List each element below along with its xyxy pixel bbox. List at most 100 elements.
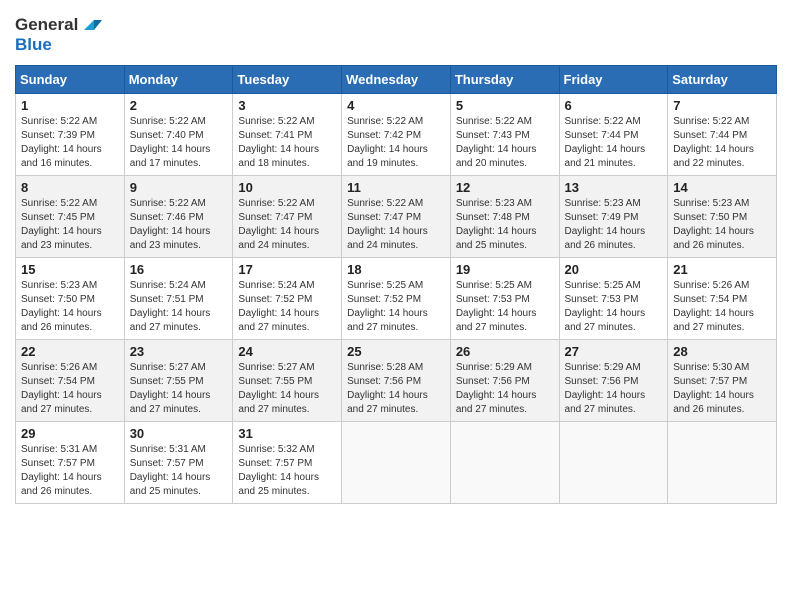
table-row: 30 Sunrise: 5:31 AM Sunset: 7:57 PM Dayl… <box>124 422 233 504</box>
day-number: 20 <box>565 262 663 277</box>
day-number: 31 <box>238 426 336 441</box>
table-row: 24 Sunrise: 5:27 AM Sunset: 7:55 PM Dayl… <box>233 340 342 422</box>
table-row: 26 Sunrise: 5:29 AM Sunset: 7:56 PM Dayl… <box>450 340 559 422</box>
day-number: 22 <box>21 344 119 359</box>
day-info: Sunrise: 5:22 AM Sunset: 7:43 PM Dayligh… <box>456 115 554 171</box>
table-row: 28 Sunrise: 5:30 AM Sunset: 7:57 PM Dayl… <box>668 340 777 422</box>
table-row: 17 Sunrise: 5:24 AM Sunset: 7:52 PM Dayl… <box>233 258 342 340</box>
day-info: Sunrise: 5:26 AM Sunset: 7:54 PM Dayligh… <box>21 361 119 417</box>
day-info: Sunrise: 5:29 AM Sunset: 7:56 PM Dayligh… <box>565 361 663 417</box>
table-row <box>559 422 668 504</box>
day-number: 4 <box>347 98 445 113</box>
day-number: 30 <box>130 426 228 441</box>
col-monday: Monday <box>124 66 233 94</box>
day-info: Sunrise: 5:23 AM Sunset: 7:50 PM Dayligh… <box>673 197 771 253</box>
day-info: Sunrise: 5:24 AM Sunset: 7:51 PM Dayligh… <box>130 279 228 335</box>
day-number: 15 <box>21 262 119 277</box>
day-number: 23 <box>130 344 228 359</box>
day-info: Sunrise: 5:22 AM Sunset: 7:44 PM Dayligh… <box>565 115 663 171</box>
table-row: 9 Sunrise: 5:22 AM Sunset: 7:46 PM Dayli… <box>124 176 233 258</box>
day-number: 1 <box>21 98 119 113</box>
table-row: 5 Sunrise: 5:22 AM Sunset: 7:43 PM Dayli… <box>450 94 559 176</box>
table-row: 21 Sunrise: 5:26 AM Sunset: 7:54 PM Dayl… <box>668 258 777 340</box>
day-info: Sunrise: 5:22 AM Sunset: 7:46 PM Dayligh… <box>130 197 228 253</box>
table-row: 14 Sunrise: 5:23 AM Sunset: 7:50 PM Dayl… <box>668 176 777 258</box>
day-info: Sunrise: 5:22 AM Sunset: 7:41 PM Dayligh… <box>238 115 336 171</box>
col-thursday: Thursday <box>450 66 559 94</box>
table-row: 27 Sunrise: 5:29 AM Sunset: 7:56 PM Dayl… <box>559 340 668 422</box>
day-info: Sunrise: 5:22 AM Sunset: 7:45 PM Dayligh… <box>21 197 119 253</box>
day-info: Sunrise: 5:22 AM Sunset: 7:47 PM Dayligh… <box>238 197 336 253</box>
day-info: Sunrise: 5:22 AM Sunset: 7:44 PM Dayligh… <box>673 115 771 171</box>
day-info: Sunrise: 5:25 AM Sunset: 7:52 PM Dayligh… <box>347 279 445 335</box>
day-number: 28 <box>673 344 771 359</box>
table-row: 1 Sunrise: 5:22 AM Sunset: 7:39 PM Dayli… <box>16 94 125 176</box>
table-row: 2 Sunrise: 5:22 AM Sunset: 7:40 PM Dayli… <box>124 94 233 176</box>
week-row-5: 29 Sunrise: 5:31 AM Sunset: 7:57 PM Dayl… <box>16 422 777 504</box>
table-row: 12 Sunrise: 5:23 AM Sunset: 7:48 PM Dayl… <box>450 176 559 258</box>
table-row: 25 Sunrise: 5:28 AM Sunset: 7:56 PM Dayl… <box>342 340 451 422</box>
day-number: 21 <box>673 262 771 277</box>
day-info: Sunrise: 5:28 AM Sunset: 7:56 PM Dayligh… <box>347 361 445 417</box>
day-number: 18 <box>347 262 445 277</box>
table-row: 29 Sunrise: 5:31 AM Sunset: 7:57 PM Dayl… <box>16 422 125 504</box>
table-row: 6 Sunrise: 5:22 AM Sunset: 7:44 PM Dayli… <box>559 94 668 176</box>
day-info: Sunrise: 5:24 AM Sunset: 7:52 PM Dayligh… <box>238 279 336 335</box>
week-row-2: 8 Sunrise: 5:22 AM Sunset: 7:45 PM Dayli… <box>16 176 777 258</box>
day-number: 24 <box>238 344 336 359</box>
table-row <box>668 422 777 504</box>
week-row-3: 15 Sunrise: 5:23 AM Sunset: 7:50 PM Dayl… <box>16 258 777 340</box>
day-info: Sunrise: 5:23 AM Sunset: 7:50 PM Dayligh… <box>21 279 119 335</box>
table-row: 22 Sunrise: 5:26 AM Sunset: 7:54 PM Dayl… <box>16 340 125 422</box>
day-number: 3 <box>238 98 336 113</box>
col-friday: Friday <box>559 66 668 94</box>
col-tuesday: Tuesday <box>233 66 342 94</box>
day-number: 25 <box>347 344 445 359</box>
col-wednesday: Wednesday <box>342 66 451 94</box>
table-row: 4 Sunrise: 5:22 AM Sunset: 7:42 PM Dayli… <box>342 94 451 176</box>
table-row: 23 Sunrise: 5:27 AM Sunset: 7:55 PM Dayl… <box>124 340 233 422</box>
header-row: Sunday Monday Tuesday Wednesday Thursday… <box>16 66 777 94</box>
col-sunday: Sunday <box>16 66 125 94</box>
table-row: 13 Sunrise: 5:23 AM Sunset: 7:49 PM Dayl… <box>559 176 668 258</box>
day-info: Sunrise: 5:23 AM Sunset: 7:48 PM Dayligh… <box>456 197 554 253</box>
logo-bird-icon <box>80 16 102 34</box>
day-info: Sunrise: 5:27 AM Sunset: 7:55 PM Dayligh… <box>130 361 228 417</box>
table-row: 19 Sunrise: 5:25 AM Sunset: 7:53 PM Dayl… <box>450 258 559 340</box>
day-info: Sunrise: 5:29 AM Sunset: 7:56 PM Dayligh… <box>456 361 554 417</box>
day-number: 5 <box>456 98 554 113</box>
day-info: Sunrise: 5:25 AM Sunset: 7:53 PM Dayligh… <box>456 279 554 335</box>
day-info: Sunrise: 5:27 AM Sunset: 7:55 PM Dayligh… <box>238 361 336 417</box>
day-info: Sunrise: 5:22 AM Sunset: 7:39 PM Dayligh… <box>21 115 119 171</box>
page-header: General Blue <box>15 15 777 55</box>
week-row-1: 1 Sunrise: 5:22 AM Sunset: 7:39 PM Dayli… <box>16 94 777 176</box>
day-info: Sunrise: 5:32 AM Sunset: 7:57 PM Dayligh… <box>238 443 336 499</box>
day-number: 7 <box>673 98 771 113</box>
day-number: 29 <box>21 426 119 441</box>
table-row: 7 Sunrise: 5:22 AM Sunset: 7:44 PM Dayli… <box>668 94 777 176</box>
day-number: 16 <box>130 262 228 277</box>
table-row: 20 Sunrise: 5:25 AM Sunset: 7:53 PM Dayl… <box>559 258 668 340</box>
day-number: 6 <box>565 98 663 113</box>
logo-general: General <box>15 15 78 35</box>
day-number: 27 <box>565 344 663 359</box>
day-number: 17 <box>238 262 336 277</box>
table-row: 16 Sunrise: 5:24 AM Sunset: 7:51 PM Dayl… <box>124 258 233 340</box>
logo: General Blue <box>15 15 102 55</box>
table-row: 18 Sunrise: 5:25 AM Sunset: 7:52 PM Dayl… <box>342 258 451 340</box>
day-number: 10 <box>238 180 336 195</box>
table-row: 11 Sunrise: 5:22 AM Sunset: 7:47 PM Dayl… <box>342 176 451 258</box>
day-info: Sunrise: 5:25 AM Sunset: 7:53 PM Dayligh… <box>565 279 663 335</box>
table-row: 31 Sunrise: 5:32 AM Sunset: 7:57 PM Dayl… <box>233 422 342 504</box>
day-info: Sunrise: 5:22 AM Sunset: 7:40 PM Dayligh… <box>130 115 228 171</box>
logo-blue: Blue <box>15 35 52 55</box>
col-saturday: Saturday <box>668 66 777 94</box>
day-info: Sunrise: 5:31 AM Sunset: 7:57 PM Dayligh… <box>21 443 119 499</box>
table-row: 15 Sunrise: 5:23 AM Sunset: 7:50 PM Dayl… <box>16 258 125 340</box>
day-number: 9 <box>130 180 228 195</box>
day-info: Sunrise: 5:30 AM Sunset: 7:57 PM Dayligh… <box>673 361 771 417</box>
day-info: Sunrise: 5:31 AM Sunset: 7:57 PM Dayligh… <box>130 443 228 499</box>
week-row-4: 22 Sunrise: 5:26 AM Sunset: 7:54 PM Dayl… <box>16 340 777 422</box>
day-info: Sunrise: 5:26 AM Sunset: 7:54 PM Dayligh… <box>673 279 771 335</box>
day-number: 8 <box>21 180 119 195</box>
